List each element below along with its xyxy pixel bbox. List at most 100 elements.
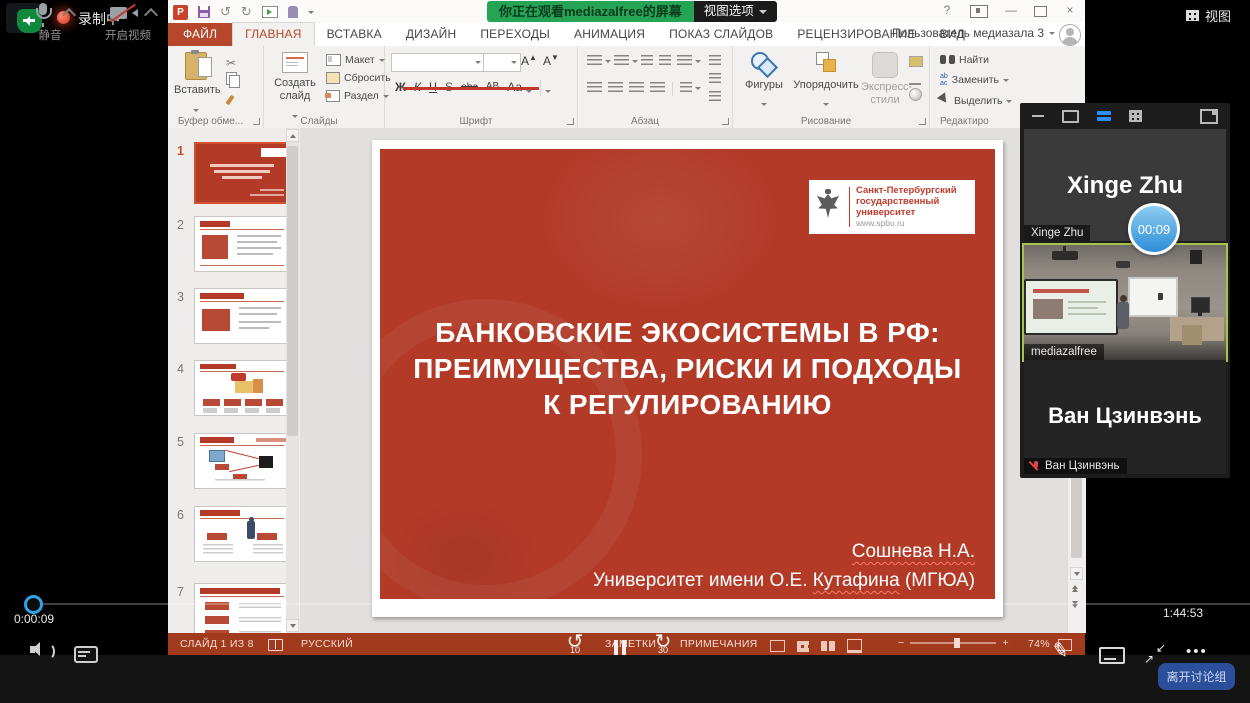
scroll-down-button[interactable]: [1070, 567, 1083, 580]
zoom-in-button[interactable]: +: [1002, 637, 1008, 649]
forward-30-button[interactable]: ↻ 30: [648, 632, 678, 655]
account-menu[interactable]: Пользователь медиазала 3: [892, 26, 1055, 40]
exit-fullscreen-icon[interactable]: [1144, 644, 1166, 664]
thumbs-scroll-down-button[interactable]: [286, 619, 299, 632]
new-slide-button[interactable]: Создать слайд: [268, 52, 322, 123]
quick-styles-button[interactable]: Экспресс-стили: [861, 52, 909, 107]
mute-button[interactable]: 静音: [8, 0, 92, 46]
tab-transitions[interactable]: ПЕРЕХОДЫ: [468, 23, 562, 46]
pause-button[interactable]: [605, 640, 635, 655]
tab-animation[interactable]: АНИМАЦИЯ: [562, 23, 657, 46]
format-painter-button[interactable]: [228, 92, 232, 110]
drawing-dialog-launcher[interactable]: [919, 118, 926, 125]
justify-button[interactable]: [650, 82, 665, 94]
shape-effects-button[interactable]: [909, 88, 922, 106]
zoom-level[interactable]: 74%: [1028, 638, 1050, 650]
font-name-combo[interactable]: [391, 53, 485, 72]
participant-tile-xinge[interactable]: Xinge Zhu Xinge Zhu: [1024, 129, 1226, 241]
thumbs-scroll-thumb[interactable]: [287, 146, 298, 436]
minimize-button[interactable]: —: [1002, 4, 1020, 18]
shape-fill-button[interactable]: [909, 54, 923, 72]
grid-view-icon[interactable]: [1129, 110, 1142, 122]
columns-button[interactable]: [680, 82, 692, 94]
bullets-button[interactable]: [587, 55, 602, 67]
tab-design[interactable]: ДИЗАЙН: [394, 23, 469, 46]
slide-thumbnail-2[interactable]: [194, 216, 292, 272]
paragraph-dialog-launcher[interactable]: [722, 118, 729, 125]
slide-thumbnail-3[interactable]: [194, 288, 292, 344]
caption-icon[interactable]: [74, 646, 98, 668]
playback-timeline[interactable]: [30, 603, 1250, 605]
zoom-slider[interactable]: [910, 642, 996, 644]
presenter-view-icon[interactable]: [970, 5, 988, 18]
decrease-indent-button[interactable]: [641, 55, 653, 67]
slide-thumbnail-5[interactable]: [194, 433, 292, 489]
tab-home[interactable]: ГЛАВНАЯ: [232, 22, 314, 46]
previous-slide-button[interactable]: [1072, 585, 1078, 592]
font-dialog-launcher[interactable]: [567, 118, 574, 125]
font-size-combo[interactable]: [483, 53, 521, 72]
restore-button[interactable]: [1034, 6, 1047, 17]
account-avatar[interactable]: [1059, 24, 1081, 46]
thumbs-scroll-up-button[interactable]: [286, 129, 299, 142]
touch-mode-icon[interactable]: [288, 6, 298, 18]
shrink-font-button[interactable]: А▼: [543, 53, 559, 68]
align-text-button[interactable]: [706, 72, 724, 90]
replace-button[interactable]: abacЗаменить: [940, 73, 1009, 87]
slide-thumbnail-1[interactable]: [194, 142, 294, 204]
undo-icon[interactable]: [220, 3, 231, 21]
line-spacing-button[interactable]: [677, 55, 692, 67]
rewind-10-button[interactable]: ↺ 10: [560, 632, 590, 655]
speaker-view-icon[interactable]: [1062, 110, 1079, 123]
tab-insert[interactable]: ВСТАВКА: [315, 23, 394, 46]
slide-page[interactable]: Санкт-Петербургский государственный унив…: [372, 140, 1003, 617]
grow-font-button[interactable]: А▲: [521, 53, 537, 68]
cut-button[interactable]: [226, 54, 236, 72]
powerpoint-logo-icon[interactable]: [173, 5, 188, 20]
align-right-button[interactable]: [629, 82, 644, 94]
reading-view-icon[interactable]: [821, 641, 835, 651]
increase-indent-button[interactable]: [659, 55, 671, 67]
smartart-convert-button[interactable]: [706, 90, 724, 108]
tab-slideshow[interactable]: ПОКАЗ СЛАЙДОВ: [657, 23, 785, 46]
participant-tile-van[interactable]: Ван Цзинвэнь Ван Цзинвэнь: [1024, 360, 1226, 474]
section-button[interactable]: Раздел: [326, 90, 389, 102]
redo-icon[interactable]: [241, 3, 252, 21]
clipboard-dialog-launcher[interactable]: [253, 118, 260, 125]
view-mode-button[interactable]: 视图: [1186, 6, 1231, 25]
arrange-button[interactable]: Упорядочить: [793, 52, 859, 111]
close-button[interactable]: ×: [1061, 4, 1079, 18]
customize-qat-chevron-icon[interactable]: [308, 11, 314, 14]
slide-thumbnail-4[interactable]: [194, 360, 292, 416]
shapes-button[interactable]: Фигуры: [739, 52, 789, 111]
font-color-button[interactable]: А: [403, 87, 539, 90]
keyboard-icon[interactable]: [1099, 647, 1125, 669]
zoom-out-button[interactable]: −: [898, 637, 904, 649]
speaker-icon[interactable]: [30, 641, 52, 663]
text-direction-button[interactable]: [706, 54, 724, 72]
layout-button[interactable]: Макет: [326, 54, 385, 66]
start-presentation-icon[interactable]: [262, 6, 278, 18]
normal-view-icon[interactable]: [770, 640, 785, 652]
align-left-button[interactable]: [587, 82, 602, 94]
thumbnails-scrollbar[interactable]: [286, 128, 299, 633]
comments-button[interactable]: ПРИМЕЧАНИЯ: [680, 638, 758, 650]
align-center-button[interactable]: [608, 82, 623, 94]
slide-thumbnail-6[interactable]: [194, 506, 292, 562]
numbering-button[interactable]: [614, 55, 629, 67]
slide-sorter-icon[interactable]: [797, 641, 809, 652]
copy-button[interactable]: [226, 72, 237, 90]
language-indicator[interactable]: РУССКИЙ: [301, 638, 353, 650]
popout-panel-icon[interactable]: [1200, 109, 1218, 124]
minimize-panel-icon[interactable]: [1032, 115, 1044, 117]
more-options-button[interactable]: •••: [1186, 643, 1208, 660]
find-button[interactable]: Найти: [940, 54, 989, 66]
proofing-icon[interactable]: [268, 639, 283, 654]
tab-file[interactable]: ФАЙЛ: [168, 23, 232, 46]
paste-button[interactable]: Вставить: [174, 52, 218, 117]
zoom-slider-thumb[interactable]: [954, 638, 960, 648]
reset-button[interactable]: Сбросить: [326, 72, 391, 84]
start-video-button[interactable]: 开启视频: [86, 0, 170, 46]
leave-breakout-button[interactable]: 离开讨论组: [1158, 663, 1235, 690]
participant-tile-mediazalfree[interactable]: mediazalfree: [1022, 243, 1228, 362]
